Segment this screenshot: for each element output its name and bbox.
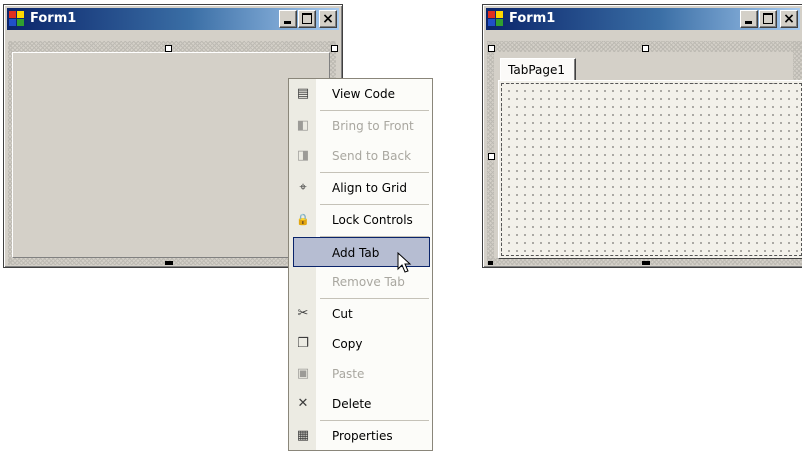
design-grid (501, 83, 802, 256)
minimize-icon (745, 21, 752, 24)
minimize-icon (284, 21, 291, 24)
menu-item-cut[interactable]: ✂ Cut (290, 299, 431, 329)
menu-item-label: Lock Controls (332, 213, 413, 227)
menu-item-bring-to-front[interactable]: ◧ Bring to Front (290, 111, 431, 141)
close-button[interactable]: × (319, 10, 337, 28)
menu-item-label: View Code (332, 87, 396, 101)
resize-handle-top-center[interactable] (642, 45, 649, 52)
left-title-bar[interactable]: Form1 × (7, 8, 339, 30)
menu-item-lock-controls[interactable]: 🔒 Lock Controls (290, 205, 431, 235)
cut-icon: ✂ (297, 306, 309, 321)
tab-label: TabPage1 (508, 63, 565, 77)
window-title: Form1 (30, 11, 77, 26)
menu-item-label: Send to Back (332, 149, 412, 163)
copy-icon: ❐ (297, 336, 309, 351)
maximize-icon (763, 13, 773, 24)
mouse-cursor-icon (397, 252, 412, 273)
menu-item-label: Align to Grid (332, 181, 407, 195)
resize-handle-middle-left[interactable] (488, 153, 495, 160)
resize-handle-bottom-center[interactable] (165, 261, 173, 265)
view-code-icon: ▤ (296, 86, 310, 101)
resize-handle-top-left[interactable] (488, 45, 495, 52)
minimize-button[interactable] (279, 10, 297, 28)
resize-handle-bottom-center[interactable] (642, 261, 650, 265)
resize-handle-bottom-left[interactable] (488, 261, 493, 265)
bring-to-front-icon: ◧ (296, 118, 310, 133)
tab-tabpage1[interactable]: TabPage1 (500, 58, 576, 81)
right-form-window: Form1 × TabPage1 (482, 4, 802, 268)
align-to-grid-icon: ⌖ (299, 180, 307, 195)
menu-item-properties[interactable]: ▦ Properties (290, 421, 431, 451)
close-icon: × (322, 11, 334, 27)
menu-item-align-to-grid[interactable]: ⌖ Align to Grid (290, 173, 431, 203)
form-icon (488, 11, 504, 27)
resize-handle-top-center[interactable] (165, 45, 172, 52)
menu-item-label: Remove Tab (332, 275, 405, 289)
menu-item-label: Cut (332, 307, 353, 321)
close-button[interactable]: × (780, 10, 798, 28)
properties-icon: ▦ (296, 428, 310, 443)
tab-page-design-surface[interactable] (498, 80, 802, 259)
tab-control-selected[interactable] (12, 52, 330, 258)
form-icon (9, 11, 25, 27)
resize-handle-top-right[interactable] (331, 45, 338, 52)
maximize-icon (302, 13, 312, 24)
maximize-button[interactable] (759, 10, 777, 28)
menu-item-label: Copy (332, 337, 363, 351)
menu-item-label: Properties (332, 429, 393, 443)
menu-item-label: Add Tab (332, 246, 380, 260)
selection-border-top (8, 41, 336, 52)
right-title-bar[interactable]: Form1 × (486, 8, 800, 30)
minimize-button[interactable] (740, 10, 758, 28)
close-icon: × (783, 11, 795, 27)
menu-item-copy[interactable]: ❐ Copy (290, 329, 431, 359)
send-to-back-icon: ◨ (296, 148, 310, 163)
menu-item-label: Bring to Front (332, 119, 414, 133)
maximize-button[interactable] (298, 10, 316, 28)
menu-item-label: Delete (332, 397, 372, 411)
menu-item-send-to-back[interactable]: ◨ Send to Back (290, 141, 431, 171)
delete-icon: ✕ (297, 396, 309, 411)
menu-item-delete[interactable]: ✕ Delete (290, 389, 431, 419)
menu-item-label: Paste (332, 367, 365, 381)
menu-item-view-code[interactable]: ▤ View Code (290, 79, 431, 109)
window-title: Form1 (509, 11, 556, 26)
paste-icon: ▣ (296, 366, 310, 381)
menu-item-paste[interactable]: ▣ Paste (290, 359, 431, 389)
lock-icon: 🔒 (296, 213, 310, 226)
